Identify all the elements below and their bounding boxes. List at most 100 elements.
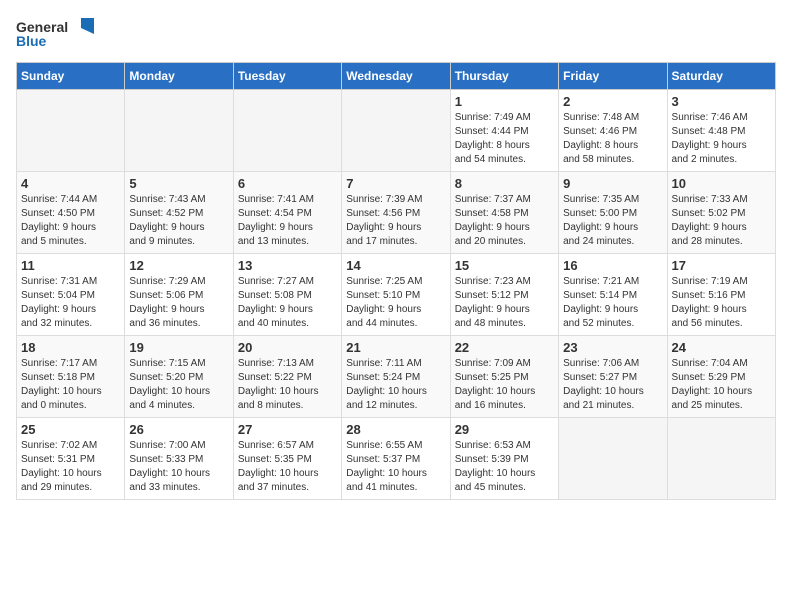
day-info: Sunrise: 7:49 AM Sunset: 4:44 PM Dayligh…: [455, 111, 554, 167]
day-info: Sunrise: 7:09 AM Sunset: 5:25 PM Dayligh…: [455, 357, 554, 413]
day-info: Sunrise: 7:23 AM Sunset: 5:12 PM Dayligh…: [455, 275, 554, 331]
calendar-cell: 16 Sunrise: 7:21 AM Sunset: 5:14 PM Dayli…: [559, 254, 667, 336]
column-header-sunday: Sunday: [17, 63, 125, 90]
day-number: 22: [455, 340, 554, 355]
day-number: 24: [672, 340, 771, 355]
calendar-cell: 10 Sunrise: 7:33 AM Sunset: 5:02 PM Dayli…: [667, 172, 775, 254]
day-info: Sunrise: 7:27 AM Sunset: 5:08 PM Dayligh…: [238, 275, 337, 331]
day-info: Sunrise: 7:13 AM Sunset: 5:22 PM Dayligh…: [238, 357, 337, 413]
calendar-week-row: 4Sunrise: 7:44 AM Sunset: 4:50 PM Daylig…: [17, 172, 776, 254]
day-info: Sunrise: 7:41 AM Sunset: 4:54 PM Dayligh…: [238, 193, 337, 249]
svg-text:Blue: Blue: [16, 33, 47, 49]
day-number: 21: [346, 340, 445, 355]
calendar-cell: 9 Sunrise: 7:35 AM Sunset: 5:00 PM Daylig…: [559, 172, 667, 254]
calendar-cell: 11 Sunrise: 7:31 AM Sunset: 5:04 PM Dayli…: [17, 254, 125, 336]
calendar-cell: [17, 90, 125, 172]
calendar-cell: 21Sunrise: 7:11 AM Sunset: 5:24 PM Dayli…: [342, 336, 450, 418]
calendar-cell: 28Sunrise: 6:55 AM Sunset: 5:37 PM Dayli…: [342, 418, 450, 500]
day-number: 17: [672, 258, 771, 273]
logo: GeneralBlue: [16, 16, 96, 52]
calendar-header-row: SundayMondayTuesdayWednesdayThursdayFrid…: [17, 63, 776, 90]
day-number: 13: [238, 258, 337, 273]
calendar-cell: 12 Sunrise: 7:29 AM Sunset: 5:06 PM Dayli…: [125, 254, 233, 336]
calendar-cell: 29 Sunrise: 6:53 AM Sunset: 5:39 PM Dayli…: [450, 418, 558, 500]
day-number: 15: [455, 258, 554, 273]
calendar-cell: 13 Sunrise: 7:27 AM Sunset: 5:08 PM Dayli…: [233, 254, 341, 336]
calendar-cell: 20 Sunrise: 7:13 AM Sunset: 5:22 PM Dayli…: [233, 336, 341, 418]
day-info: Sunrise: 7:19 AM Sunset: 5:16 PM Dayligh…: [672, 275, 771, 331]
day-number: 9: [563, 176, 662, 191]
column-header-saturday: Saturday: [667, 63, 775, 90]
calendar-cell: 22 Sunrise: 7:09 AM Sunset: 5:25 PM Dayli…: [450, 336, 558, 418]
calendar-cell: 18Sunrise: 7:17 AM Sunset: 5:18 PM Dayli…: [17, 336, 125, 418]
calendar-week-row: 11 Sunrise: 7:31 AM Sunset: 5:04 PM Dayli…: [17, 254, 776, 336]
calendar-week-row: 25 Sunrise: 7:02 AM Sunset: 5:31 PM Dayli…: [17, 418, 776, 500]
day-number: 29: [455, 422, 554, 437]
day-number: 23: [563, 340, 662, 355]
calendar-cell: 26 Sunrise: 7:00 AM Sunset: 5:33 PM Dayli…: [125, 418, 233, 500]
day-number: 27: [238, 422, 337, 437]
day-number: 2: [563, 94, 662, 109]
day-number: 11: [21, 258, 120, 273]
calendar-cell: [559, 418, 667, 500]
day-number: 18: [21, 340, 120, 355]
calendar-cell: [125, 90, 233, 172]
day-info: Sunrise: 7:25 AM Sunset: 5:10 PM Dayligh…: [346, 275, 445, 331]
day-info: Sunrise: 6:53 AM Sunset: 5:39 PM Dayligh…: [455, 439, 554, 495]
day-number: 25: [21, 422, 120, 437]
day-info: Sunrise: 7:31 AM Sunset: 5:04 PM Dayligh…: [21, 275, 120, 331]
column-header-thursday: Thursday: [450, 63, 558, 90]
day-number: 7: [346, 176, 445, 191]
day-number: 10: [672, 176, 771, 191]
calendar-cell: 8 Sunrise: 7:37 AM Sunset: 4:58 PM Daylig…: [450, 172, 558, 254]
calendar-cell: [233, 90, 341, 172]
day-info: Sunrise: 6:57 AM Sunset: 5:35 PM Dayligh…: [238, 439, 337, 495]
day-info: Sunrise: 7:46 AM Sunset: 4:48 PM Dayligh…: [672, 111, 771, 167]
day-number: 3: [672, 94, 771, 109]
day-number: 19: [129, 340, 228, 355]
day-number: 8: [455, 176, 554, 191]
calendar-week-row: 1 Sunrise: 7:49 AM Sunset: 4:44 PM Daylig…: [17, 90, 776, 172]
day-number: 28: [346, 422, 445, 437]
day-number: 5: [129, 176, 228, 191]
day-info: Sunrise: 7:35 AM Sunset: 5:00 PM Dayligh…: [563, 193, 662, 249]
day-number: 6: [238, 176, 337, 191]
day-info: Sunrise: 7:29 AM Sunset: 5:06 PM Dayligh…: [129, 275, 228, 331]
calendar-cell: 23Sunrise: 7:06 AM Sunset: 5:27 PM Dayli…: [559, 336, 667, 418]
calendar-week-row: 18Sunrise: 7:17 AM Sunset: 5:18 PM Dayli…: [17, 336, 776, 418]
column-header-wednesday: Wednesday: [342, 63, 450, 90]
calendar-cell: 5 Sunrise: 7:43 AM Sunset: 4:52 PM Daylig…: [125, 172, 233, 254]
day-number: 12: [129, 258, 228, 273]
day-info: Sunrise: 7:21 AM Sunset: 5:14 PM Dayligh…: [563, 275, 662, 331]
column-header-friday: Friday: [559, 63, 667, 90]
calendar-cell: [342, 90, 450, 172]
calendar-cell: 24 Sunrise: 7:04 AM Sunset: 5:29 PM Dayli…: [667, 336, 775, 418]
day-info: Sunrise: 7:33 AM Sunset: 5:02 PM Dayligh…: [672, 193, 771, 249]
calendar-cell: 3 Sunrise: 7:46 AM Sunset: 4:48 PM Daylig…: [667, 90, 775, 172]
day-info: Sunrise: 7:04 AM Sunset: 5:29 PM Dayligh…: [672, 357, 771, 413]
day-info: Sunrise: 7:00 AM Sunset: 5:33 PM Dayligh…: [129, 439, 228, 495]
calendar-table: SundayMondayTuesdayWednesdayThursdayFrid…: [16, 62, 776, 500]
day-number: 26: [129, 422, 228, 437]
day-number: 14: [346, 258, 445, 273]
column-header-monday: Monday: [125, 63, 233, 90]
calendar-cell: 1 Sunrise: 7:49 AM Sunset: 4:44 PM Daylig…: [450, 90, 558, 172]
calendar-cell: 7 Sunrise: 7:39 AM Sunset: 4:56 PM Daylig…: [342, 172, 450, 254]
column-header-tuesday: Tuesday: [233, 63, 341, 90]
calendar-cell: 19Sunrise: 7:15 AM Sunset: 5:20 PM Dayli…: [125, 336, 233, 418]
day-number: 1: [455, 94, 554, 109]
calendar-cell: 25 Sunrise: 7:02 AM Sunset: 5:31 PM Dayli…: [17, 418, 125, 500]
day-number: 20: [238, 340, 337, 355]
day-info: Sunrise: 7:39 AM Sunset: 4:56 PM Dayligh…: [346, 193, 445, 249]
day-info: Sunrise: 7:37 AM Sunset: 4:58 PM Dayligh…: [455, 193, 554, 249]
day-info: Sunrise: 7:02 AM Sunset: 5:31 PM Dayligh…: [21, 439, 120, 495]
logo-icon: GeneralBlue: [16, 16, 96, 52]
calendar-cell: 4Sunrise: 7:44 AM Sunset: 4:50 PM Daylig…: [17, 172, 125, 254]
calendar-cell: 17 Sunrise: 7:19 AM Sunset: 5:16 PM Dayli…: [667, 254, 775, 336]
day-info: Sunrise: 7:43 AM Sunset: 4:52 PM Dayligh…: [129, 193, 228, 249]
day-info: Sunrise: 7:44 AM Sunset: 4:50 PM Dayligh…: [21, 193, 120, 249]
day-number: 16: [563, 258, 662, 273]
calendar-cell: [667, 418, 775, 500]
calendar-cell: 15 Sunrise: 7:23 AM Sunset: 5:12 PM Dayli…: [450, 254, 558, 336]
calendar-cell: 14 Sunrise: 7:25 AM Sunset: 5:10 PM Dayli…: [342, 254, 450, 336]
